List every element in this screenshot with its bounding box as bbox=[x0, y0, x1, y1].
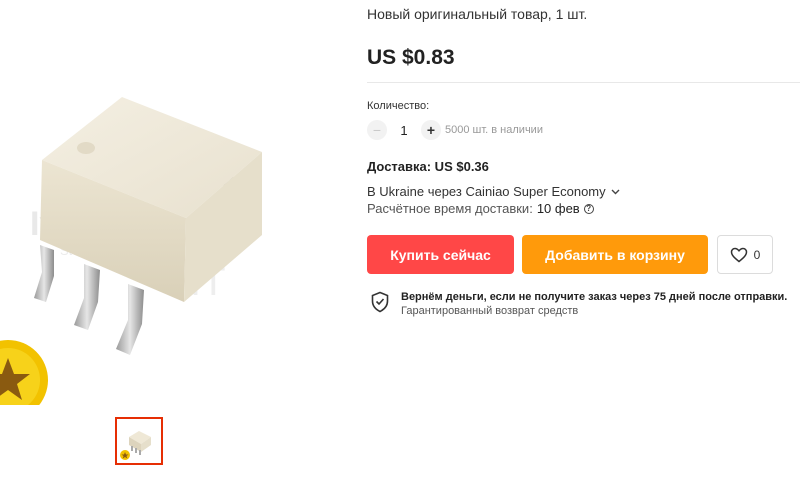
divider bbox=[367, 82, 800, 83]
quantity-label: Количество: bbox=[367, 100, 430, 112]
guarantee-subtitle: Гарантированный возврат средств bbox=[401, 305, 579, 317]
chip-thumbnail bbox=[120, 431, 151, 460]
product-price: US $0.83 bbox=[367, 46, 455, 69]
stock-availability: 5000 шт. в наличии bbox=[445, 124, 543, 136]
delivery-estimate: Расчётное время доставки: 10 фев ? bbox=[367, 201, 594, 216]
product-subtitle: Новый оригинальный товар, 1 шт. bbox=[367, 6, 588, 22]
heart-icon bbox=[730, 247, 747, 262]
delivery-estimate-label: Расчётное время доставки: bbox=[367, 201, 533, 216]
quantity-stepper: − 1 + bbox=[367, 119, 441, 141]
product-gallery: Ivan Store IT bbox=[0, 0, 345, 478]
quantity-value[interactable]: 1 bbox=[387, 123, 421, 138]
shipping-route-label: В Ukraine через Cainiao Super Economy bbox=[367, 184, 606, 199]
shipping-method-selector[interactable]: В Ukraine через Cainiao Super Economy bbox=[367, 184, 620, 199]
product-main-image[interactable]: Ivan Store IT bbox=[0, 40, 345, 405]
optocoupler-chip-image: Ivan Store IT bbox=[0, 97, 262, 405]
guarantee-title: Вернём деньги, если не получите заказ че… bbox=[401, 291, 788, 303]
shield-check-icon bbox=[371, 291, 389, 313]
quantity-increase-button[interactable]: + bbox=[421, 120, 441, 140]
quantity-decrease-button[interactable]: − bbox=[367, 120, 387, 140]
add-to-cart-button[interactable]: Добавить в корзину bbox=[522, 235, 708, 274]
buyer-protection: Вернём деньги, если не получите заказ че… bbox=[371, 291, 787, 317]
gallery-thumbnail[interactable] bbox=[115, 417, 163, 465]
help-icon[interactable]: ? bbox=[583, 203, 594, 214]
wishlist-button[interactable]: 0 bbox=[717, 235, 773, 274]
delivery-date: 10 фев bbox=[536, 201, 580, 216]
wishlist-count: 0 bbox=[753, 247, 761, 262]
shipping-cost: Доставка: US $0.36 bbox=[367, 159, 489, 174]
chevron-down-icon bbox=[611, 189, 620, 194]
buy-now-button[interactable]: Купить сейчас bbox=[367, 235, 514, 274]
